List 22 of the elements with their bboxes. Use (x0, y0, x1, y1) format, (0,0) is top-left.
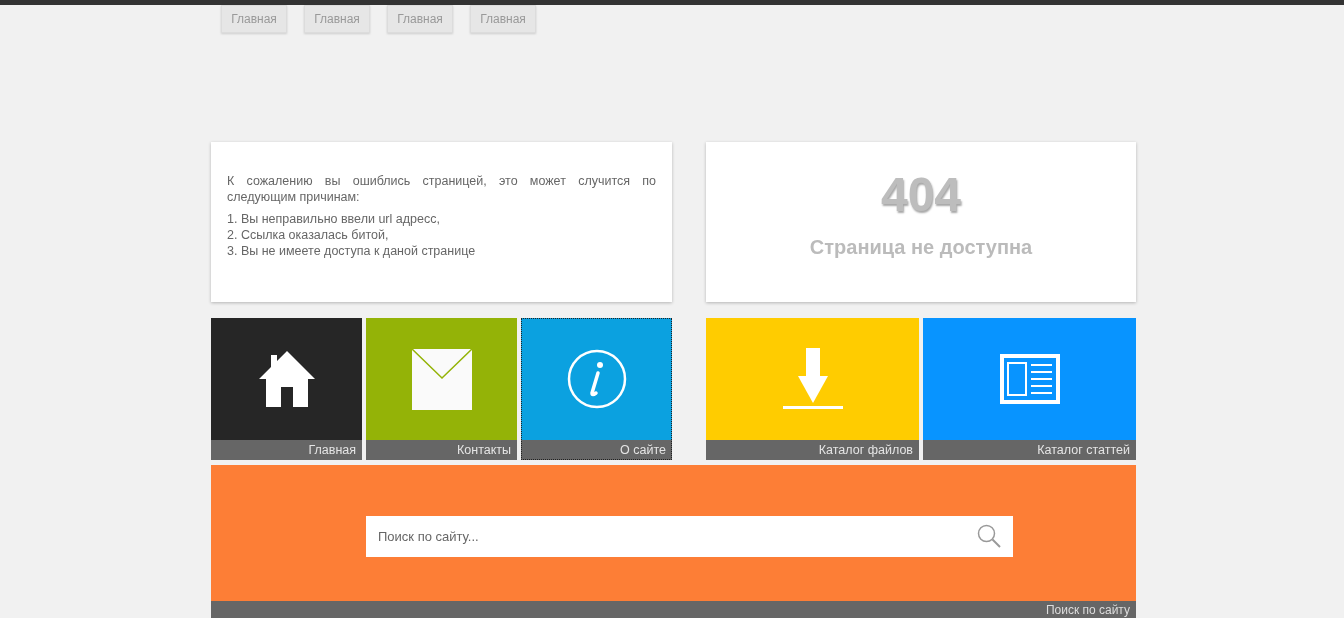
search-caption: Поиск по сайту (1045, 602, 1130, 618)
article-icon (999, 354, 1060, 404)
tile-label: Главная (211, 440, 362, 460)
tile-label: Каталог статтей (923, 440, 1136, 460)
tile-label: Каталог файлов (706, 440, 919, 460)
info-icon (566, 349, 627, 409)
error-code: 404 (880, 167, 962, 223)
error-explanation: К сожалению вы ошиблись страницей, это может случится по следующим причинам: (227, 173, 656, 205)
reason-item: 3. Вы не имеете доступа к даной странице (227, 243, 477, 259)
reason-item: 1. Вы неправильно ввели url адресс, (227, 211, 441, 227)
nav-link[interactable]: Главная (387, 5, 453, 33)
envelope-icon (411, 348, 472, 410)
nav-link[interactable]: Главная (304, 5, 370, 33)
search-field[interactable]: Поиск по сайту... (366, 515, 1013, 557)
nav-link[interactable]: Главная (221, 5, 287, 33)
search-icon[interactable] (977, 523, 1001, 548)
error-title: Страница не доступна (809, 235, 1033, 260)
tile-label: Контакты (366, 440, 517, 460)
nav-link[interactable]: Главная (470, 5, 536, 33)
reason-item: 2. Ссылка оказалась битой, (227, 227, 390, 243)
download-icon (782, 348, 843, 410)
tile-label: О сайте (521, 440, 672, 460)
